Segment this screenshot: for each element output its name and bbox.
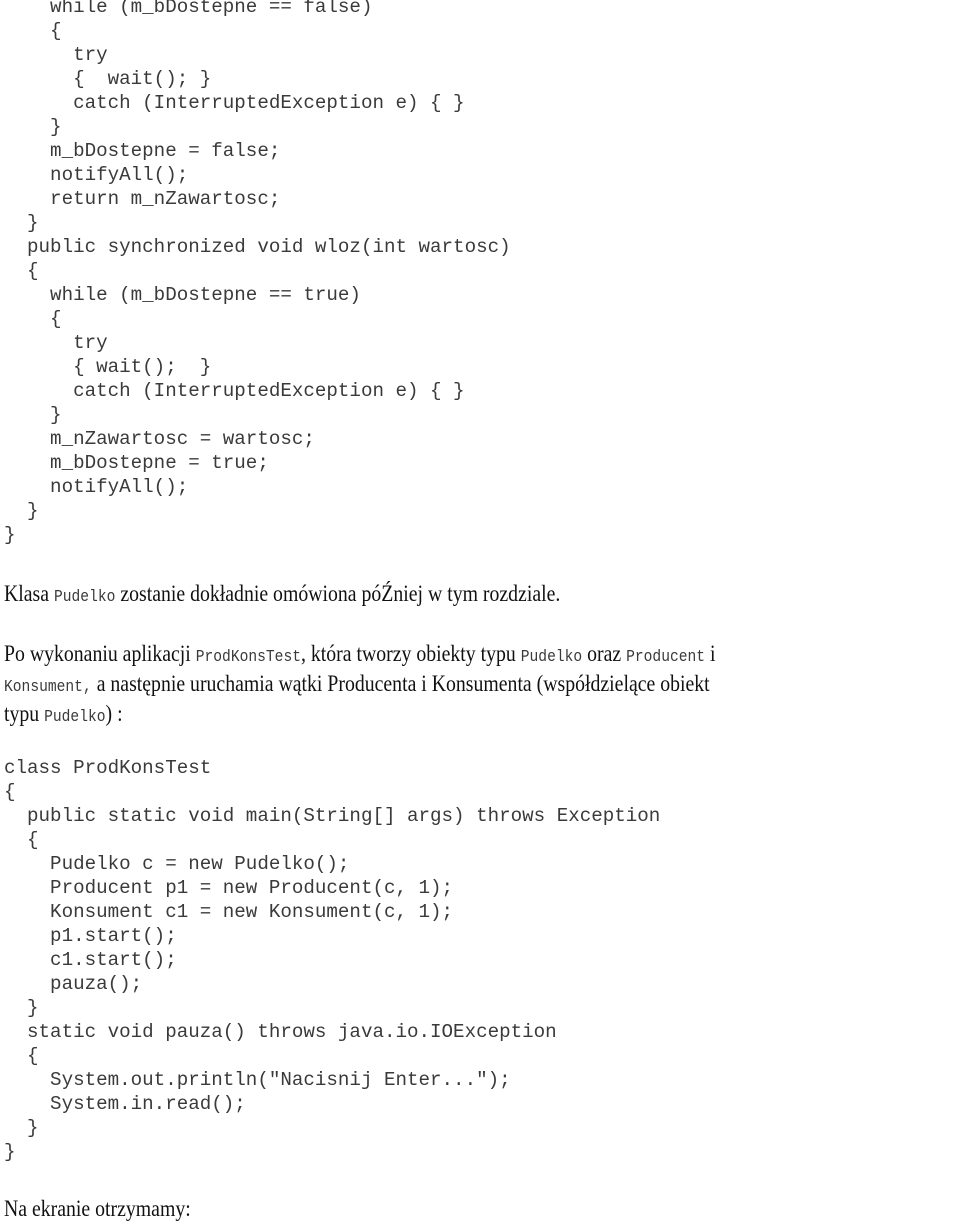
- code-line: }: [4, 997, 39, 1019]
- code-line: pauza();: [4, 973, 143, 995]
- paragraph-line-3: typu Pudelko) :: [4, 699, 123, 733]
- code-line: { wait(); }: [4, 68, 212, 90]
- code-line: }: [4, 500, 39, 522]
- paragraph-klasa-pudelko: Klasa Pudelko zostanie dokładnie omówion…: [4, 579, 560, 613]
- code-line: Konsument c1 = new Konsument(c, 1);: [4, 901, 454, 923]
- paragraph-na-ekranie: Na ekranie otrzymamy:: [4, 1194, 191, 1224]
- code-line: {: [4, 308, 62, 330]
- code-line: }: [4, 524, 16, 546]
- code-line: public synchronized void wloz(int wartos…: [4, 236, 511, 258]
- code-line: }: [4, 404, 62, 426]
- code-line: return m_nZawartosc;: [4, 188, 281, 210]
- code-line: System.in.read();: [4, 1093, 246, 1115]
- code-line: try: [4, 332, 108, 354]
- code-line: catch (InterruptedException e) { }: [4, 92, 465, 114]
- code-line: while (m_bDostepne == false): [4, 0, 373, 18]
- code-line: }: [4, 116, 62, 138]
- inline-code: Pudelko: [520, 648, 583, 667]
- text: zostanie dokładnie omówiona póŹniej w ty…: [115, 581, 561, 606]
- code-line: class ProdKonsTest: [4, 757, 212, 779]
- code-line: while (m_bDostepne == true): [4, 284, 361, 306]
- inline-code: Producent: [626, 648, 706, 667]
- code-line: }: [4, 212, 39, 234]
- paragraph-line-2: Konsument, a następnie uruchamia wątki P…: [4, 669, 710, 703]
- code-line: { wait(); }: [4, 356, 212, 378]
- code-line: System.out.println("Nacisnij Enter...");: [4, 1069, 511, 1091]
- inline-code: ProdKonsTest: [195, 648, 302, 667]
- code-line: m_nZawartosc = wartosc;: [4, 428, 315, 450]
- code-line: public static void main(String[] args) t…: [4, 805, 661, 827]
- code-line: c1.start();: [4, 949, 177, 971]
- code-line: }: [4, 1117, 39, 1139]
- text: Po wykonaniu aplikacji: [4, 641, 196, 666]
- code-line: {: [4, 20, 62, 42]
- inline-code: Pudelko: [44, 708, 106, 727]
- text: i: [705, 641, 716, 666]
- code-line: Pudelko c = new Pudelko();: [4, 853, 350, 875]
- code-line: {: [4, 781, 16, 803]
- code-line: m_bDostepne = true;: [4, 452, 269, 474]
- text: typu: [4, 701, 45, 726]
- text: oraz: [582, 641, 627, 666]
- text: , która tworzy obiekty typu: [301, 641, 521, 666]
- code-line: notifyAll();: [4, 164, 189, 186]
- code-line: Producent p1 = new Producent(c, 1);: [4, 877, 454, 899]
- code-line: try: [4, 44, 108, 66]
- code-line: catch (InterruptedException e) { }: [4, 380, 465, 402]
- paragraph-line-1: Po wykonaniu aplikacji ProdKonsTest, któ…: [4, 639, 716, 673]
- code-line: {: [4, 1045, 39, 1067]
- code-line: m_bDostepne = false;: [4, 140, 281, 162]
- text: Na ekranie otrzymamy:: [4, 1196, 191, 1221]
- inline-code: Pudelko: [53, 588, 116, 607]
- code-line: p1.start();: [4, 925, 177, 947]
- inline-code: Konsument,: [4, 678, 92, 697]
- text: Klasa: [4, 581, 54, 606]
- code-line: notifyAll();: [4, 476, 189, 498]
- code-line: {: [4, 260, 39, 282]
- text: a następnie uruchamia wątki Producenta i…: [91, 671, 710, 696]
- code-line: {: [4, 829, 39, 851]
- text: ) :: [105, 701, 123, 726]
- code-line: static void pauza() throws java.io.IOExc…: [4, 1021, 557, 1043]
- code-line: }: [4, 1141, 16, 1163]
